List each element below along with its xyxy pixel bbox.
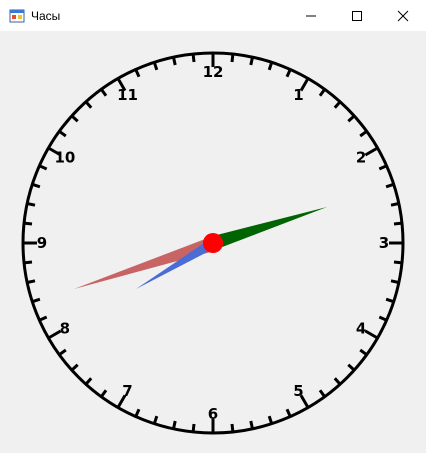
analog-clock: 121234567891011 (21, 51, 405, 435)
minute-tick (134, 68, 141, 78)
minute-tick (285, 408, 292, 418)
minute-tick (26, 202, 36, 207)
minute-tick (359, 348, 368, 356)
minute-tick (84, 377, 93, 386)
minute-tick (38, 315, 48, 322)
clock-number-2: 2 (356, 149, 366, 167)
minute-tick (385, 297, 395, 304)
minute-tick (191, 423, 196, 433)
minute-tick (152, 61, 159, 71)
minute-tick (100, 88, 108, 97)
clock-number-7: 7 (122, 382, 132, 400)
close-icon (397, 10, 409, 21)
title-bar[interactable]: Часы (0, 0, 426, 31)
center-dot (203, 233, 223, 253)
minute-tick (38, 164, 48, 171)
clock-number-6: 6 (208, 405, 218, 423)
minute-hand (209, 207, 327, 249)
minimize-icon (306, 15, 316, 16)
minute-tick (249, 56, 254, 66)
minute-tick (26, 279, 36, 284)
clock-window: Часы 12 1 2 3 4 5 6 7 8 9 10 11 (0, 0, 426, 453)
clock-number-10: 10 (54, 149, 75, 167)
hour-tick (364, 146, 379, 157)
minute-tick (31, 297, 41, 304)
minute-tick (333, 377, 342, 386)
minute-tick (347, 363, 356, 372)
minute-tick (172, 56, 177, 66)
clock-number-5: 5 (293, 382, 303, 400)
clock-number-8: 8 (60, 320, 70, 338)
minute-tick (378, 164, 388, 171)
minute-tick (70, 363, 79, 372)
minute-tick (70, 114, 79, 123)
minute-tick (134, 408, 141, 418)
close-button[interactable] (380, 0, 426, 31)
minute-tick (58, 130, 67, 138)
minute-tick (230, 423, 235, 433)
minute-tick (191, 53, 196, 63)
clock-area: 12 1 2 3 4 5 6 7 8 9 10 11 (0, 31, 426, 453)
clock-number-3: 3 (379, 234, 389, 252)
minute-tick (172, 420, 177, 430)
minute-tick (359, 130, 368, 138)
minute-tick (58, 348, 67, 356)
minute-tick (285, 68, 292, 78)
minute-tick (390, 279, 400, 284)
minute-tick (333, 100, 342, 109)
minute-tick (393, 221, 403, 226)
minute-tick (152, 415, 159, 425)
minute-tick (100, 389, 108, 398)
minute-tick (31, 182, 41, 189)
clock-number-9: 9 (37, 234, 47, 252)
second-hand (74, 236, 218, 289)
minute-tick (318, 389, 326, 398)
minute-tick (393, 260, 403, 265)
minute-tick (230, 53, 235, 63)
clock-number-1: 1 (293, 86, 303, 104)
minute-tick (385, 182, 395, 189)
minute-tick (23, 260, 33, 265)
minute-tick (378, 315, 388, 322)
clock-number-12: 12 (203, 63, 224, 81)
minute-tick (390, 202, 400, 207)
minute-tick (347, 114, 356, 123)
minute-tick (318, 88, 326, 97)
minimize-button[interactable] (288, 0, 334, 31)
maximize-button[interactable] (334, 0, 380, 31)
hour-tick (364, 329, 379, 340)
minute-tick (23, 221, 33, 226)
maximize-icon (352, 10, 362, 21)
minute-tick (267, 415, 274, 425)
minute-tick (249, 420, 254, 430)
minute-tick (84, 100, 93, 109)
window-title: Часы (31, 9, 61, 23)
minute-tick (267, 61, 274, 71)
clock-number-4: 4 (356, 320, 366, 338)
clock-number-11: 11 (117, 86, 138, 104)
app-icon (9, 9, 25, 23)
